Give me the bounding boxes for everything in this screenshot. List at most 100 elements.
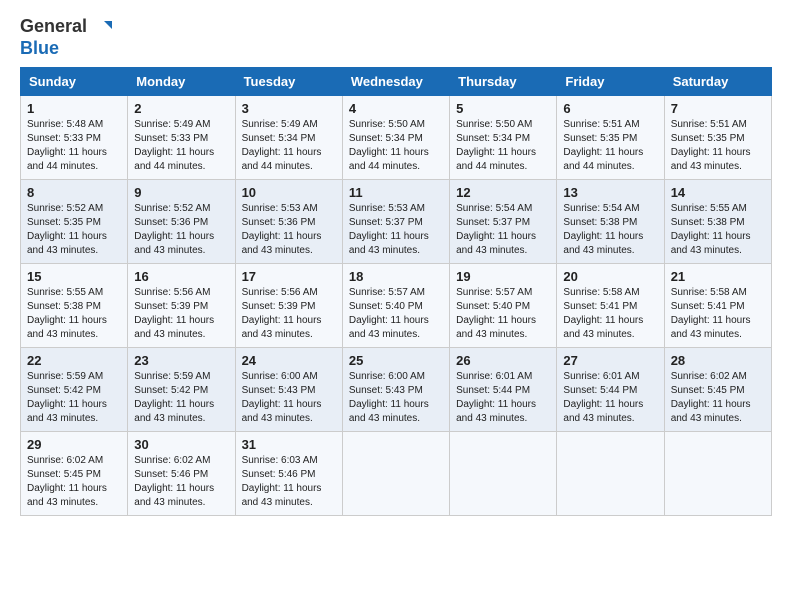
day-number: 31 — [242, 437, 336, 452]
day-cell-13: 13 Sunrise: 5:54 AM Sunset: 5:38 PM Dayl… — [557, 180, 664, 264]
day-number: 22 — [27, 353, 121, 368]
day-info: Sunrise: 5:54 AM Sunset: 5:38 PM Dayligh… — [563, 202, 657, 258]
day-number: 25 — [349, 353, 443, 368]
logo-bird-icon — [94, 18, 112, 36]
page-header: General Blue — [20, 16, 772, 59]
day-info: Sunrise: 5:58 AM Sunset: 5:41 PM Dayligh… — [563, 286, 657, 342]
day-cell-20: 20 Sunrise: 5:58 AM Sunset: 5:41 PM Dayl… — [557, 264, 664, 348]
day-number: 27 — [563, 353, 657, 368]
day-number: 5 — [456, 101, 550, 116]
day-number: 8 — [27, 185, 121, 200]
empty-cell-w4-c5 — [557, 432, 664, 516]
day-cell-14: 14 Sunrise: 5:55 AM Sunset: 5:38 PM Dayl… — [664, 180, 771, 264]
day-info: Sunrise: 5:49 AM Sunset: 5:34 PM Dayligh… — [242, 118, 336, 174]
day-info: Sunrise: 6:00 AM Sunset: 5:43 PM Dayligh… — [242, 370, 336, 426]
day-number: 21 — [671, 269, 765, 284]
day-number: 30 — [134, 437, 228, 452]
day-info: Sunrise: 5:59 AM Sunset: 5:42 PM Dayligh… — [27, 370, 121, 426]
day-info: Sunrise: 5:56 AM Sunset: 5:39 PM Dayligh… — [134, 286, 228, 342]
day-number: 9 — [134, 185, 228, 200]
day-cell-6: 6 Sunrise: 5:51 AM Sunset: 5:35 PM Dayli… — [557, 96, 664, 180]
day-cell-30: 30 Sunrise: 6:02 AM Sunset: 5:46 PM Dayl… — [128, 432, 235, 516]
header-sunday: Sunday — [21, 68, 128, 96]
day-info: Sunrise: 6:02 AM Sunset: 5:45 PM Dayligh… — [27, 454, 121, 510]
day-number: 3 — [242, 101, 336, 116]
day-cell-7: 7 Sunrise: 5:51 AM Sunset: 5:35 PM Dayli… — [664, 96, 771, 180]
day-info: Sunrise: 5:52 AM Sunset: 5:35 PM Dayligh… — [27, 202, 121, 258]
day-number: 1 — [27, 101, 121, 116]
day-info: Sunrise: 5:54 AM Sunset: 5:37 PM Dayligh… — [456, 202, 550, 258]
day-info: Sunrise: 5:58 AM Sunset: 5:41 PM Dayligh… — [671, 286, 765, 342]
day-info: Sunrise: 5:57 AM Sunset: 5:40 PM Dayligh… — [456, 286, 550, 342]
day-info: Sunrise: 6:02 AM Sunset: 5:45 PM Dayligh… — [671, 370, 765, 426]
day-cell-27: 27 Sunrise: 6:01 AM Sunset: 5:44 PM Dayl… — [557, 348, 664, 432]
day-cell-24: 24 Sunrise: 6:00 AM Sunset: 5:43 PM Dayl… — [235, 348, 342, 432]
day-info: Sunrise: 5:59 AM Sunset: 5:42 PM Dayligh… — [134, 370, 228, 426]
empty-cell-w4-c3 — [342, 432, 449, 516]
day-info: Sunrise: 5:52 AM Sunset: 5:36 PM Dayligh… — [134, 202, 228, 258]
day-cell-1: 1 Sunrise: 5:48 AM Sunset: 5:33 PM Dayli… — [21, 96, 128, 180]
day-cell-11: 11 Sunrise: 5:53 AM Sunset: 5:37 PM Dayl… — [342, 180, 449, 264]
day-number: 14 — [671, 185, 765, 200]
day-number: 7 — [671, 101, 765, 116]
day-number: 16 — [134, 269, 228, 284]
day-info: Sunrise: 5:55 AM Sunset: 5:38 PM Dayligh… — [671, 202, 765, 258]
day-cell-4: 4 Sunrise: 5:50 AM Sunset: 5:34 PM Dayli… — [342, 96, 449, 180]
day-number: 20 — [563, 269, 657, 284]
day-info: Sunrise: 5:55 AM Sunset: 5:38 PM Dayligh… — [27, 286, 121, 342]
day-info: Sunrise: 5:50 AM Sunset: 5:34 PM Dayligh… — [456, 118, 550, 174]
header-tuesday: Tuesday — [235, 68, 342, 96]
empty-cell-w4-c4 — [450, 432, 557, 516]
day-info: Sunrise: 5:50 AM Sunset: 5:34 PM Dayligh… — [349, 118, 443, 174]
day-cell-10: 10 Sunrise: 5:53 AM Sunset: 5:36 PM Dayl… — [235, 180, 342, 264]
day-number: 28 — [671, 353, 765, 368]
day-number: 13 — [563, 185, 657, 200]
day-number: 24 — [242, 353, 336, 368]
week-row-2: 8 Sunrise: 5:52 AM Sunset: 5:35 PM Dayli… — [21, 180, 772, 264]
day-info: Sunrise: 6:03 AM Sunset: 5:46 PM Dayligh… — [242, 454, 336, 510]
week-row-1: 1 Sunrise: 5:48 AM Sunset: 5:33 PM Dayli… — [21, 96, 772, 180]
header-monday: Monday — [128, 68, 235, 96]
day-number: 10 — [242, 185, 336, 200]
day-info: Sunrise: 5:56 AM Sunset: 5:39 PM Dayligh… — [242, 286, 336, 342]
header-thursday: Thursday — [450, 68, 557, 96]
day-cell-12: 12 Sunrise: 5:54 AM Sunset: 5:37 PM Dayl… — [450, 180, 557, 264]
day-info: Sunrise: 5:53 AM Sunset: 5:37 PM Dayligh… — [349, 202, 443, 258]
day-info: Sunrise: 5:48 AM Sunset: 5:33 PM Dayligh… — [27, 118, 121, 174]
day-cell-26: 26 Sunrise: 6:01 AM Sunset: 5:44 PM Dayl… — [450, 348, 557, 432]
day-cell-29: 29 Sunrise: 6:02 AM Sunset: 5:45 PM Dayl… — [21, 432, 128, 516]
day-cell-25: 25 Sunrise: 6:00 AM Sunset: 5:43 PM Dayl… — [342, 348, 449, 432]
day-cell-28: 28 Sunrise: 6:02 AM Sunset: 5:45 PM Dayl… — [664, 348, 771, 432]
day-number: 19 — [456, 269, 550, 284]
day-info: Sunrise: 6:01 AM Sunset: 5:44 PM Dayligh… — [563, 370, 657, 426]
day-cell-31: 31 Sunrise: 6:03 AM Sunset: 5:46 PM Dayl… — [235, 432, 342, 516]
day-cell-3: 3 Sunrise: 5:49 AM Sunset: 5:34 PM Dayli… — [235, 96, 342, 180]
day-cell-5: 5 Sunrise: 5:50 AM Sunset: 5:34 PM Dayli… — [450, 96, 557, 180]
day-cell-9: 9 Sunrise: 5:52 AM Sunset: 5:36 PM Dayli… — [128, 180, 235, 264]
day-number: 6 — [563, 101, 657, 116]
day-cell-21: 21 Sunrise: 5:58 AM Sunset: 5:41 PM Dayl… — [664, 264, 771, 348]
day-cell-19: 19 Sunrise: 5:57 AM Sunset: 5:40 PM Dayl… — [450, 264, 557, 348]
day-cell-22: 22 Sunrise: 5:59 AM Sunset: 5:42 PM Dayl… — [21, 348, 128, 432]
day-info: Sunrise: 5:53 AM Sunset: 5:36 PM Dayligh… — [242, 202, 336, 258]
day-cell-18: 18 Sunrise: 5:57 AM Sunset: 5:40 PM Dayl… — [342, 264, 449, 348]
day-number: 12 — [456, 185, 550, 200]
calendar-header: SundayMondayTuesdayWednesdayThursdayFrid… — [21, 68, 772, 96]
calendar-table: SundayMondayTuesdayWednesdayThursdayFrid… — [20, 67, 772, 516]
empty-cell-w4-c6 — [664, 432, 771, 516]
logo: General Blue — [20, 16, 112, 59]
day-info: Sunrise: 5:49 AM Sunset: 5:33 PM Dayligh… — [134, 118, 228, 174]
day-number: 4 — [349, 101, 443, 116]
day-cell-23: 23 Sunrise: 5:59 AM Sunset: 5:42 PM Dayl… — [128, 348, 235, 432]
day-cell-16: 16 Sunrise: 5:56 AM Sunset: 5:39 PM Dayl… — [128, 264, 235, 348]
week-row-4: 22 Sunrise: 5:59 AM Sunset: 5:42 PM Dayl… — [21, 348, 772, 432]
day-info: Sunrise: 5:51 AM Sunset: 5:35 PM Dayligh… — [671, 118, 765, 174]
day-info: Sunrise: 6:02 AM Sunset: 5:46 PM Dayligh… — [134, 454, 228, 510]
day-number: 18 — [349, 269, 443, 284]
day-cell-15: 15 Sunrise: 5:55 AM Sunset: 5:38 PM Dayl… — [21, 264, 128, 348]
header-saturday: Saturday — [664, 68, 771, 96]
day-cell-17: 17 Sunrise: 5:56 AM Sunset: 5:39 PM Dayl… — [235, 264, 342, 348]
day-info: Sunrise: 5:57 AM Sunset: 5:40 PM Dayligh… — [349, 286, 443, 342]
logo-text: General Blue — [20, 16, 112, 59]
day-number: 17 — [242, 269, 336, 284]
